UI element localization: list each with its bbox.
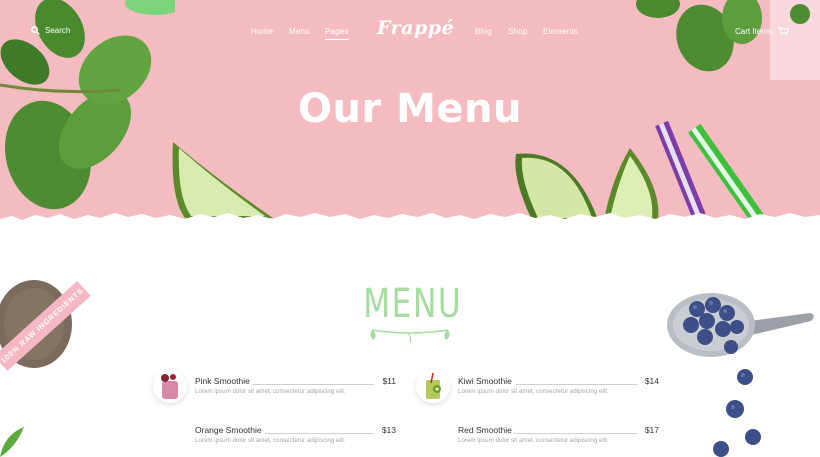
- page-title: Our Menu: [297, 86, 523, 132]
- torn-paper-edge: [0, 213, 820, 235]
- item-description: Lorem ipsum dolor sit amet, consectetur …: [195, 388, 346, 395]
- heading-ornament-icon: [370, 329, 450, 343]
- top-navigation: Search Home Menu Pages Frappé Blog Shop …: [0, 0, 820, 64]
- cart-icon: [777, 26, 789, 36]
- dotted-leader: [516, 384, 637, 385]
- nav-link-shop[interactable]: Shop: [508, 27, 527, 36]
- search-label: Search: [45, 26, 71, 35]
- kiwi-smoothie-image: [416, 369, 450, 403]
- dotted-leader: [253, 384, 374, 385]
- nav-link-blog[interactable]: Blog: [475, 27, 492, 36]
- nav-link-elements[interactable]: Elements: [543, 27, 578, 36]
- dotted-leader: [514, 433, 637, 434]
- orange-smoothie-image: [153, 418, 187, 452]
- nav-link-menu[interactable]: Menu: [289, 27, 310, 36]
- cart-button[interactable]: Cart Items: [735, 26, 789, 36]
- menu-heading: MENU: [363, 281, 463, 327]
- search-button[interactable]: Search: [31, 26, 70, 35]
- item-name: Pink Smoothie: [195, 376, 253, 386]
- cart-label: Cart Items: [735, 26, 772, 36]
- item-name: Orange Smoothie: [195, 425, 265, 435]
- item-price: $14: [644, 376, 659, 386]
- nav-link-pages[interactable]: Pages: [325, 27, 349, 40]
- item-name: Red Smoothie: [458, 425, 515, 435]
- dotted-leader: [265, 433, 374, 434]
- hero-banner: Search Home Menu Pages Frappé Blog Shop …: [0, 0, 820, 222]
- item-name: Kiwi Smoothie: [458, 376, 515, 386]
- nav-link-home[interactable]: Home: [251, 27, 273, 36]
- search-icon: [31, 26, 40, 35]
- item-description: Lorem ipsum dolor sit amet, consectetur …: [458, 388, 609, 395]
- item-price: $11: [382, 376, 396, 386]
- pink-smoothie-image: [153, 369, 187, 403]
- item-price: $13: [381, 425, 396, 435]
- leaf-corner-image: [0, 427, 24, 457]
- item-price: $17: [644, 425, 659, 435]
- item-description: Lorem ipsum dolor sit amet, consectetur …: [458, 437, 609, 444]
- blueberries-spoon-image: [667, 293, 814, 457]
- site-logo[interactable]: Frappé: [377, 17, 454, 39]
- red-smoothie-image: [416, 418, 450, 452]
- item-description: Lorem ipsum dolor sit amet, consectetur …: [195, 437, 346, 444]
